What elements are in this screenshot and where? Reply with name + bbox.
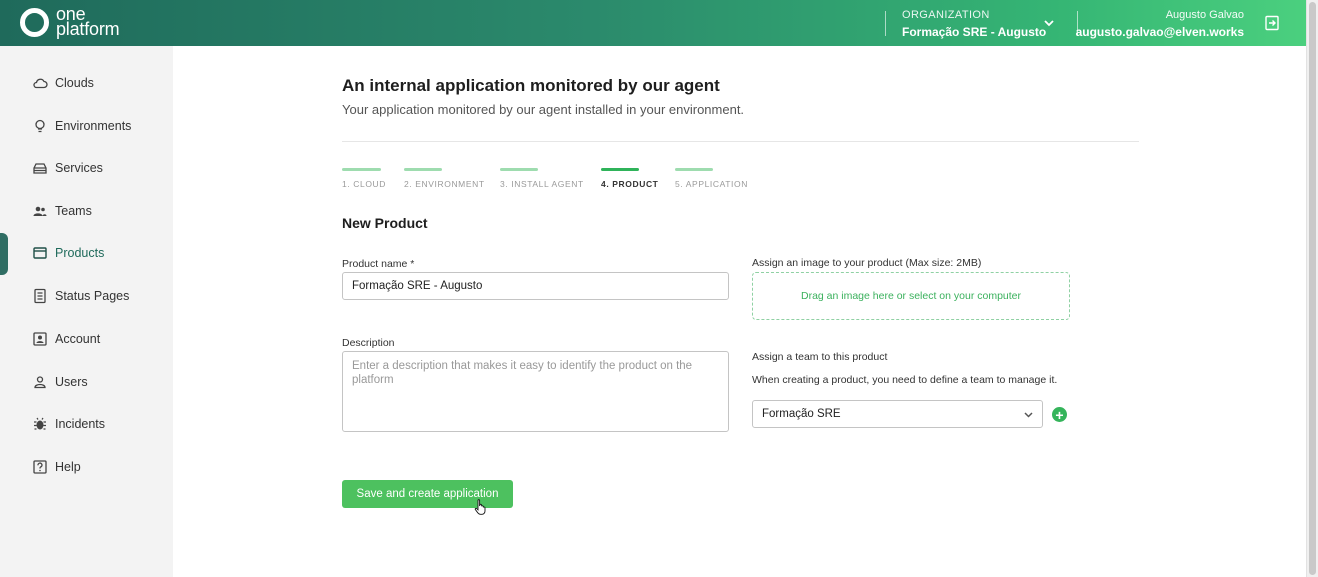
sidebar-item-environments[interactable]: Environments — [0, 106, 173, 146]
step-label: 5. APPLICATION — [675, 179, 748, 189]
sidebar-item-incidents[interactable]: Incidents — [0, 404, 173, 444]
sidebar-item-services[interactable]: Services — [0, 148, 173, 188]
product-name-label: Product name * — [342, 258, 415, 270]
sidebar-item-clouds[interactable]: Clouds — [0, 63, 173, 103]
team-help-text: When creating a product, you need to def… — [752, 374, 1058, 386]
image-label: Assign an image to your product (Max siz… — [752, 257, 982, 269]
user-icon — [32, 374, 48, 390]
step-bar — [500, 168, 538, 171]
products-icon — [32, 245, 48, 261]
step-label: 2. ENVIRONMENT — [404, 179, 485, 189]
chevron-down-icon[interactable] — [1043, 17, 1055, 29]
sidebar-item-label: Services — [55, 161, 103, 175]
sidebar-item-label: Clouds — [55, 76, 94, 90]
user-info: Augusto Galvao augusto.galvao@elven.work… — [1076, 9, 1244, 39]
sidebar-item-teams[interactable]: Teams — [0, 191, 173, 231]
logo[interactable]: one platform — [20, 5, 120, 39]
step-label: 4. PRODUCT — [601, 179, 659, 189]
description-label: Description — [342, 337, 395, 349]
account-icon — [32, 331, 48, 347]
user-email: augusto.galvao@elven.works — [1075, 25, 1244, 39]
sidebar-item-label: Teams — [55, 204, 92, 218]
services-icon — [32, 160, 48, 176]
scrollbar-thumb[interactable] — [1309, 2, 1316, 575]
sidebar-item-label: Help — [55, 460, 81, 474]
add-team-button[interactable]: + — [1052, 407, 1067, 422]
product-name-input[interactable]: Formação SRE - Augusto — [342, 272, 729, 300]
bug-icon — [32, 416, 48, 432]
step-bar — [675, 168, 713, 171]
step-cloud[interactable]: 1. CLOUD — [342, 168, 386, 189]
step-product[interactable]: 4. PRODUCT — [601, 168, 658, 189]
hand-pointer-icon — [474, 499, 486, 515]
organization-name: Formação SRE - Augusto — [902, 25, 1047, 39]
logo-ring-icon — [20, 7, 49, 37]
dropzone-text: Drag an image here or select on your com… — [800, 290, 1022, 302]
sidebar-item-account[interactable]: Account — [0, 319, 173, 359]
step-install-agent[interactable]: 3. INSTALL AGENT — [500, 168, 584, 189]
description-textarea[interactable]: Enter a description that makes it easy t… — [342, 351, 729, 432]
sidebar: Clouds Environments Services Teams Produ… — [0, 46, 173, 577]
help-icon — [32, 459, 48, 475]
logo-line-2: platform — [56, 19, 120, 39]
sidebar-item-products[interactable]: Products — [0, 233, 173, 275]
step-bar — [342, 168, 381, 171]
header-divider — [885, 11, 886, 36]
team-label: Assign a team to this product — [752, 351, 888, 363]
top-bar: one platform ORGANIZATION Formação SRE -… — [0, 0, 1318, 46]
step-bar — [601, 168, 639, 171]
sidebar-item-label: Products — [55, 246, 105, 260]
team-select[interactable]: Formação SRE — [752, 400, 1043, 428]
page-title: An internal application monitored by our… — [342, 76, 720, 95]
step-label: 1. CLOUD — [342, 179, 387, 189]
divider — [342, 141, 1139, 142]
save-and-create-button[interactable]: Save and create application — [342, 480, 513, 508]
sidebar-item-users[interactable]: Users — [0, 362, 173, 402]
status-pages-icon — [32, 288, 48, 304]
chevron-down-icon — [1024, 412, 1033, 418]
step-label: 3. INSTALL AGENT — [500, 179, 584, 189]
lightbulb-icon — [32, 118, 48, 134]
step-bar — [404, 168, 442, 171]
organization-selector[interactable]: ORGANIZATION Formação SRE - Augusto — [902, 9, 1046, 39]
logout-icon[interactable] — [1264, 15, 1280, 31]
sidebar-item-status-pages[interactable]: Status Pages — [0, 276, 173, 316]
sidebar-item-label: Account — [55, 332, 101, 346]
step-application[interactable]: 5. APPLICATION — [675, 168, 748, 189]
sidebar-item-label: Status Pages — [55, 289, 130, 303]
image-dropzone[interactable]: Drag an image here or select on your com… — [752, 272, 1070, 320]
step-environment[interactable]: 2. ENVIRONMENT — [404, 168, 485, 189]
section-title: New Product — [342, 215, 428, 231]
team-select-value: Formação SRE — [762, 408, 841, 420]
sidebar-item-label: Environments — [55, 119, 132, 133]
teams-icon — [32, 203, 48, 219]
sidebar-item-help[interactable]: Help — [0, 447, 173, 487]
sidebar-item-label: Incidents — [55, 417, 106, 431]
sidebar-item-label: Users — [55, 375, 88, 389]
organization-label: ORGANIZATION — [902, 9, 990, 21]
vertical-scrollbar[interactable] — [1306, 0, 1318, 577]
cloud-icon — [32, 75, 48, 91]
user-name: Augusto Galvao — [1165, 9, 1244, 21]
page-subtitle: Your application monitored by our agent … — [342, 102, 745, 117]
